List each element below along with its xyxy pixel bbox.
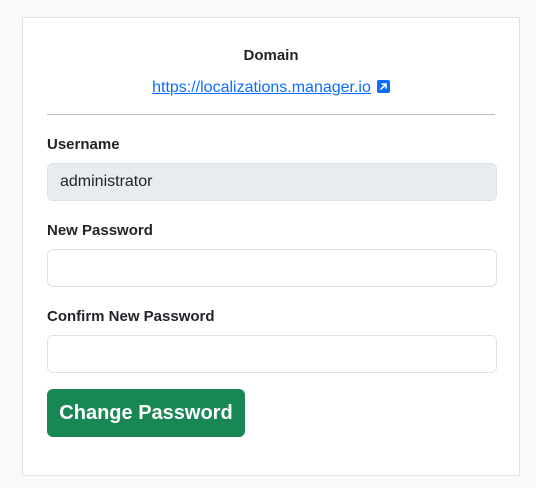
external-link-icon[interactable] [376, 80, 390, 93]
username-label: Username [47, 136, 120, 153]
new-password-label: New Password [47, 222, 153, 239]
domain-link-row: https://localizations.manager.io [47, 78, 495, 98]
domain-title: Domain [243, 47, 299, 64]
confirm-password-label: Confirm New Password [47, 308, 215, 325]
domain-link[interactable]: https://localizations.manager.io [152, 79, 371, 96]
username-field[interactable] [47, 163, 497, 201]
new-password-field[interactable] [47, 249, 497, 287]
divider [47, 114, 495, 115]
confirm-password-field[interactable] [47, 335, 497, 373]
domain-section: Domain https://localizations.manager.io [47, 46, 495, 98]
change-password-card: Domain https://localizations.manager.io … [22, 17, 520, 476]
change-password-button[interactable]: Change Password [47, 389, 245, 437]
